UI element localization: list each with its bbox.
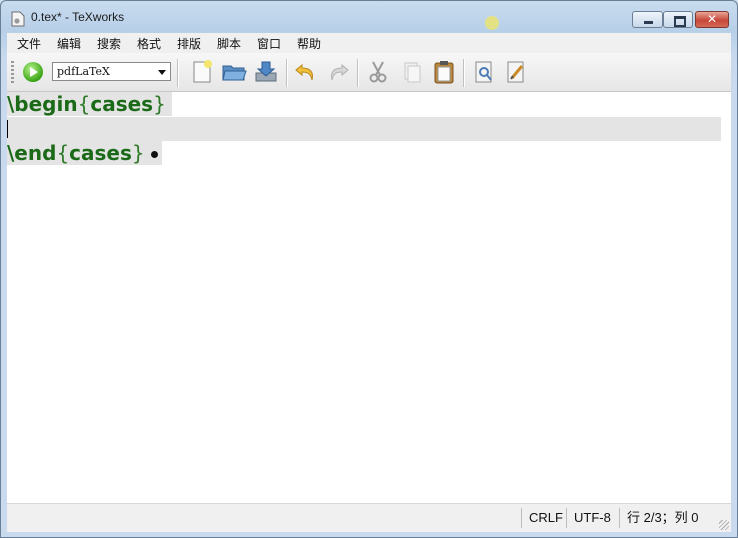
toolbar-separator: [286, 59, 288, 87]
latex-command: \end: [7, 141, 57, 165]
new-file-icon[interactable]: [189, 59, 215, 85]
engine-select-value: pdfLaTeX: [57, 65, 110, 78]
redo-icon[interactable]: [325, 59, 351, 85]
editor-text-area[interactable]: \begin{cases} \end{cases}: [7, 92, 731, 503]
toolbar-grip[interactable]: [11, 61, 14, 85]
document-icon: [11, 11, 25, 27]
menu-window[interactable]: 窗口: [257, 35, 281, 52]
menu-bar: 文件 编辑 搜索 格式 排版 脚本 窗口 帮助: [7, 33, 731, 53]
find-icon[interactable]: [471, 59, 497, 85]
status-divider: [619, 508, 620, 528]
undo-icon[interactable]: [293, 59, 319, 85]
bullet-marker-icon: [150, 151, 158, 158]
toolbar: pdfLaTeX: [7, 53, 731, 92]
menu-scripts[interactable]: 脚本: [217, 35, 241, 52]
menu-help[interactable]: 帮助: [297, 35, 321, 52]
toolbar-separator: [177, 59, 179, 87]
window-title: 0.tex* - TeXworks: [31, 10, 125, 24]
brace: {: [77, 92, 91, 116]
replace-icon[interactable]: [503, 59, 529, 85]
editor-line-current: [7, 117, 721, 141]
title-bar[interactable]: 0.tex* - TeXworks ✕: [1, 1, 737, 33]
encoding-indicator[interactable]: UTF-8: [574, 508, 611, 528]
toolbar-separator: [357, 59, 359, 87]
save-icon[interactable]: [253, 59, 279, 85]
text-caret: [7, 120, 8, 138]
typeset-icon[interactable]: [23, 62, 43, 82]
latex-command: \begin: [7, 92, 78, 116]
cut-icon[interactable]: [365, 59, 391, 85]
menu-format[interactable]: 格式: [137, 35, 161, 52]
cursor-position: 行 2/3；列 0: [627, 510, 699, 525]
toolbar-separator: [463, 59, 465, 87]
mouse-cursor-highlight: [485, 16, 499, 30]
menu-file[interactable]: 文件: [17, 35, 41, 52]
editor-line: \begin{cases}: [7, 92, 172, 116]
status-bar: CRLF UTF-8 行 2/3；列 0: [7, 503, 731, 532]
paste-icon[interactable]: [431, 59, 457, 85]
minimize-button[interactable]: [632, 11, 663, 28]
brace: {: [56, 141, 70, 165]
chevron-down-icon: [158, 70, 166, 75]
open-folder-icon[interactable]: [221, 59, 247, 85]
latex-argument: cases: [69, 141, 132, 165]
menu-edit[interactable]: 编辑: [57, 35, 81, 52]
latex-argument: cases: [90, 92, 154, 116]
menu-search[interactable]: 搜索: [97, 35, 121, 52]
brace: }: [153, 92, 166, 116]
brace: }: [131, 141, 145, 165]
copy-icon[interactable]: [399, 59, 425, 85]
line-ending-indicator[interactable]: CRLF: [529, 508, 563, 528]
resize-grip[interactable]: [719, 520, 729, 530]
status-divider: [521, 508, 522, 528]
texworks-window: 0.tex* - TeXworks ✕ 文件 编辑 搜索 格式 排版 脚本 窗口…: [0, 0, 738, 538]
menu-typeset[interactable]: 排版: [177, 35, 201, 52]
status-divider: [566, 508, 567, 528]
close-icon: ✕: [706, 12, 718, 26]
editor-line: \end{cases}: [7, 141, 162, 165]
engine-select[interactable]: pdfLaTeX: [52, 62, 171, 81]
close-button[interactable]: ✕: [695, 11, 729, 28]
maximize-button[interactable]: [663, 11, 693, 28]
